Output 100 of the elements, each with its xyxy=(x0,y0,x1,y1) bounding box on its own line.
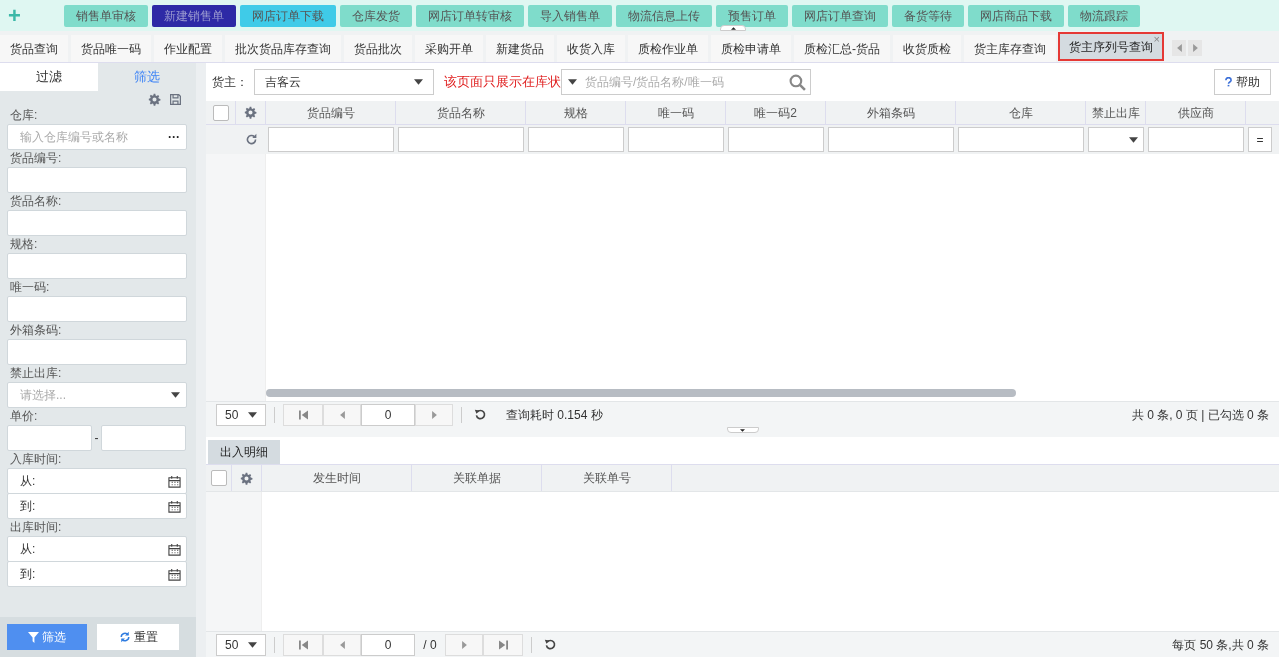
tab[interactable]: 收货质检 xyxy=(893,35,961,62)
page-input[interactable]: 0 xyxy=(361,633,415,656)
select-all-checkbox[interactable] xyxy=(212,104,229,121)
filter-select[interactable] xyxy=(1088,127,1144,152)
page-size-select[interactable]: 50 xyxy=(216,403,266,426)
tab[interactable]: 质检汇总-货品 xyxy=(794,35,890,62)
caret-icon xyxy=(248,641,257,648)
input-field[interactable] xyxy=(101,425,186,451)
tab[interactable]: 批次货品库存查询 xyxy=(225,35,341,62)
calendar-icon xyxy=(168,567,181,581)
input-field[interactable] xyxy=(7,253,187,279)
search-field[interactable]: 货品编号/货品名称/唯一码 xyxy=(561,69,811,95)
toolbar-button[interactable]: 仓库发货 xyxy=(340,4,412,27)
toolbar-button[interactable]: 销售单审核 xyxy=(64,4,148,27)
tab[interactable]: 质检作业单 xyxy=(628,35,708,62)
toolbar-button[interactable]: 预售订单 xyxy=(716,4,788,27)
notice-text: 该页面只展示在库状 xyxy=(444,73,561,92)
pager-summary: 每页 50 条,共 0 条 xyxy=(1172,636,1269,654)
field-label: 唯一码: xyxy=(9,279,51,296)
reset-button[interactable]: 重置 xyxy=(97,624,179,650)
input-field[interactable] xyxy=(7,339,187,365)
column-header[interactable]: 仓库 xyxy=(956,101,1086,124)
toolbar-button[interactable]: 网店订单查询 xyxy=(792,4,888,27)
toolbar-button[interactable]: 网店商品下载 xyxy=(968,4,1064,27)
query-time-text: 查询耗时 0.154 秒 xyxy=(506,406,603,424)
date-field[interactable]: 从: xyxy=(7,468,187,494)
column-header[interactable]: 规格 xyxy=(526,101,626,124)
expand-arrow-icon xyxy=(740,428,745,432)
tab[interactable]: 货品查询 xyxy=(0,35,68,62)
column-header[interactable]: 供应商 xyxy=(1146,101,1246,124)
filter-input[interactable] xyxy=(728,127,824,152)
tab[interactable]: 货品唯一码 xyxy=(71,35,151,62)
page-input[interactable]: 0 xyxy=(361,403,415,426)
column-header[interactable]: 唯一码 xyxy=(626,101,726,124)
refresh-icon xyxy=(244,133,258,146)
toolbar-button[interactable]: 网店订单下载 xyxy=(240,4,336,27)
tab[interactable]: 货品批次 xyxy=(344,35,412,62)
field-label: 货品编号: xyxy=(9,150,63,167)
settings-icon xyxy=(240,471,253,485)
calendar-icon xyxy=(168,474,181,488)
column-header[interactable]: 唯一码2 xyxy=(726,101,826,124)
column-header[interactable]: 货品编号 xyxy=(266,101,396,124)
save-icon xyxy=(169,92,182,106)
field-label: 出库时间: xyxy=(9,519,63,536)
toolbar-button[interactable]: 备货等待 xyxy=(892,4,964,27)
more-button[interactable]: ··· xyxy=(168,128,180,146)
date-field[interactable]: 到: xyxy=(7,561,187,587)
toolbar-button[interactable]: 导入销售单 xyxy=(528,4,612,27)
input-field[interactable] xyxy=(7,425,92,451)
search-input[interactable]: 货品编号/货品名称/唯一码 xyxy=(585,73,781,91)
field-label: 禁止出库: xyxy=(9,365,63,382)
tab[interactable]: 货主库存查询 xyxy=(964,35,1056,62)
detail-tab[interactable]: 出入明细 xyxy=(208,440,280,464)
owner-select[interactable]: 吉客云 xyxy=(254,69,434,95)
calendar-icon xyxy=(168,499,181,513)
splitter-handle[interactable] xyxy=(726,427,759,433)
tab[interactable]: 收货入库 xyxy=(557,35,625,62)
caret-icon xyxy=(414,79,423,85)
scroll-right-icon xyxy=(1188,40,1202,56)
filter-input[interactable] xyxy=(828,127,954,152)
toolbar-button[interactable]: 网店订单转审核 xyxy=(416,4,524,27)
input-field[interactable] xyxy=(7,296,187,322)
filter-icon xyxy=(28,631,39,643)
filter-input[interactable] xyxy=(628,127,724,152)
column-header[interactable]: 发生时间 xyxy=(262,465,412,491)
date-field[interactable]: 到: xyxy=(7,493,187,519)
toolbar-button[interactable]: 新建销售单 xyxy=(152,4,236,27)
tab[interactable]: 作业配置 xyxy=(154,35,222,62)
equals-button[interactable]: = xyxy=(1248,127,1272,152)
filter-input[interactable] xyxy=(1148,127,1244,152)
column-header[interactable]: 禁止出库 xyxy=(1086,101,1146,124)
filter-input[interactable] xyxy=(528,127,624,152)
help-button[interactable]: 帮助 xyxy=(1214,69,1271,95)
toolbar-button[interactable]: 物流信息上传 xyxy=(616,4,712,27)
input-field[interactable] xyxy=(7,210,187,236)
calendar-icon xyxy=(168,542,181,556)
filter-input[interactable] xyxy=(958,127,1084,152)
column-header[interactable]: 外箱条码 xyxy=(826,101,956,124)
select-all-checkbox[interactable] xyxy=(210,470,227,486)
date-field[interactable]: 从: xyxy=(7,536,187,562)
lookup-field[interactable]: 输入仓库编号或名称 ··· xyxy=(7,124,187,150)
scrollbar-thumb[interactable] xyxy=(266,389,1016,397)
column-header[interactable]: 关联单据 xyxy=(412,465,542,491)
owner-label: 货主： xyxy=(212,74,248,91)
tab[interactable]: 新建货品 xyxy=(486,35,554,62)
tab[interactable]: 货主序列号查询× xyxy=(1059,33,1163,60)
column-header[interactable]: 货品名称 xyxy=(396,101,526,124)
filter-input[interactable] xyxy=(398,127,524,152)
input-field[interactable] xyxy=(7,167,187,193)
tab[interactable]: 质检申请单 xyxy=(711,35,791,62)
page-size-select[interactable]: 50 xyxy=(216,633,266,656)
caret-icon xyxy=(171,392,180,398)
sidebar-tab[interactable]: 过滤 xyxy=(0,63,98,91)
column-header[interactable]: 关联单号 xyxy=(542,465,672,491)
filter-input[interactable] xyxy=(268,127,394,152)
toolbar-button[interactable]: 物流跟踪 xyxy=(1068,4,1140,27)
settings-icon xyxy=(244,106,257,119)
field-label: 单价: xyxy=(9,408,39,425)
tab[interactable]: 采购开单 xyxy=(415,35,483,62)
range-separator: - xyxy=(93,430,100,447)
